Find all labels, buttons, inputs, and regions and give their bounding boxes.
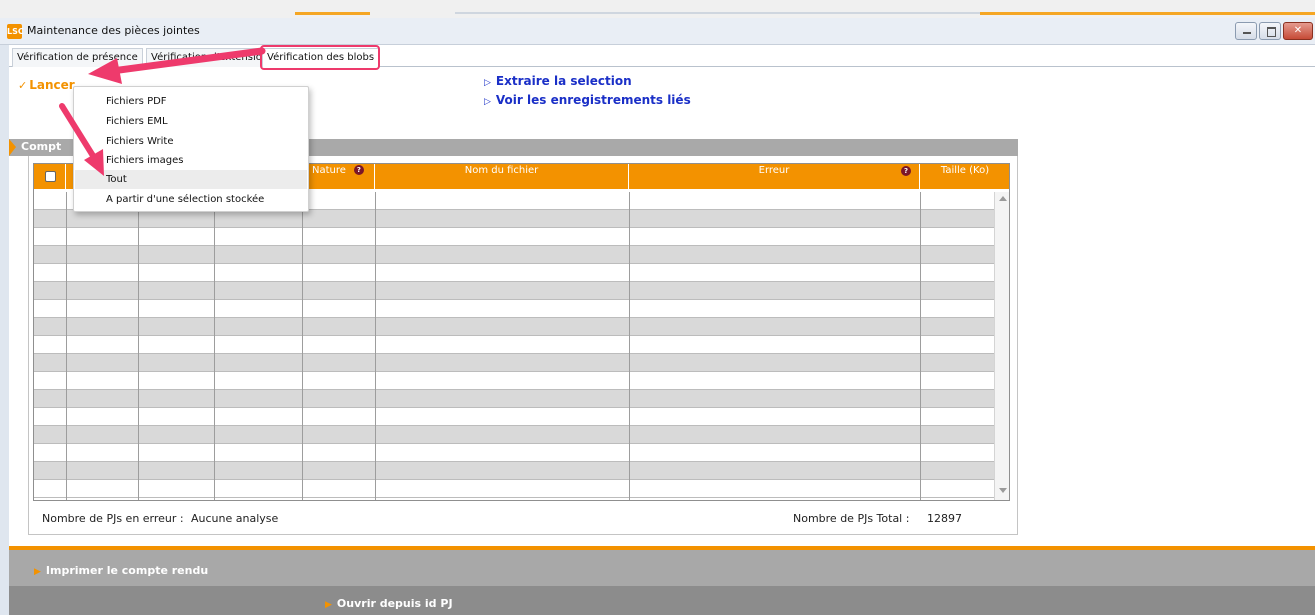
imprimer-label: Imprimer le compte rendu — [45, 564, 209, 577]
errors-count-value: Aucune analyse — [191, 512, 279, 525]
table-row[interactable] — [34, 228, 994, 246]
scroll-up-icon[interactable] — [999, 196, 1007, 201]
column-divider — [375, 192, 376, 500]
arrow-right-icon: ▷ — [484, 78, 491, 88]
help-icon[interactable]: ? — [901, 166, 911, 176]
left-border — [0, 45, 9, 615]
total-count-label: Nombre de PJs Total : — [793, 512, 910, 525]
tab-verification-extension[interactable]: Vérification d'extension — [146, 48, 274, 67]
section-arrow-icon — [9, 139, 16, 156]
ouvrir-label: Ouvrir depuis id PJ — [336, 597, 453, 610]
scroll-down-icon[interactable] — [999, 488, 1007, 493]
header-taille[interactable]: Taille (Ko) — [920, 164, 1009, 189]
bottom-bar-open — [9, 586, 1315, 615]
tab-highlight-annotation — [260, 45, 380, 70]
menu-item-tout[interactable]: Tout — [75, 170, 307, 189]
extraire-selection-link[interactable]: ▷ Extraire la selection — [484, 74, 632, 88]
grid-scrollbar[interactable] — [994, 192, 1009, 500]
tab-verification-presence[interactable]: Vérification de présence — [12, 48, 143, 67]
arrow-right-icon: ▶ — [34, 567, 41, 577]
table-row[interactable] — [34, 372, 994, 390]
section-title: Compt — [21, 140, 62, 153]
minimize-button[interactable] — [1235, 22, 1257, 40]
top-strip — [0, 0, 1315, 18]
column-divider — [302, 192, 303, 500]
total-count-value: 12897 — [927, 512, 962, 525]
imprimer-compte-rendu-button[interactable]: ▶ Imprimer le compte rendu — [34, 564, 208, 577]
chevron-down-icon: ✓ — [18, 79, 28, 92]
column-divider — [66, 192, 67, 500]
table-row[interactable] — [34, 336, 994, 354]
column-divider — [629, 192, 630, 500]
header-nature-label: Nature — [312, 165, 346, 176]
header-nom-fichier[interactable]: Nom du fichier — [375, 164, 629, 189]
top-strip-line — [455, 12, 980, 14]
table-row[interactable] — [34, 444, 994, 462]
table-row[interactable] — [34, 264, 994, 282]
lancer-button[interactable]: ✓ Lancer — [18, 78, 75, 92]
window-title: Maintenance des pièces jointes — [27, 24, 200, 37]
table-row[interactable] — [34, 426, 994, 444]
tab-bar: Vérification de présence Vérification d'… — [9, 46, 1315, 67]
table-row[interactable] — [34, 390, 994, 408]
column-divider — [920, 192, 921, 500]
extraire-selection-label: Extraire la selection — [495, 74, 632, 88]
table-row[interactable] — [34, 318, 994, 336]
table-row[interactable] — [34, 246, 994, 264]
app-logo: LSC — [7, 24, 24, 39]
menu-item-selection-stockee[interactable]: A partir d'une sélection stockée — [75, 190, 307, 209]
close-icon: ✕ — [1293, 25, 1303, 36]
arrow-right-icon: ▶ — [325, 600, 332, 610]
menu-item-fichiers-write[interactable]: Fichiers Write — [75, 132, 307, 151]
table-row[interactable] — [34, 480, 994, 498]
menu-item-fichiers-pdf[interactable]: Fichiers PDF — [75, 92, 307, 111]
voir-enregistrements-link[interactable]: ▷ Voir les enregistrements liés — [484, 93, 691, 107]
arrow-right-icon: ▷ — [484, 97, 491, 107]
ouvrir-id-pj-button[interactable]: ▶ Ouvrir depuis id PJ — [325, 597, 453, 610]
help-icon[interactable]: ? — [353, 165, 364, 175]
table-row[interactable] — [34, 354, 994, 372]
header-nature[interactable]: Nature? — [302, 164, 375, 189]
top-strip-accent — [295, 12, 370, 15]
close-button[interactable]: ✕ — [1283, 22, 1313, 40]
column-divider — [138, 192, 139, 500]
menu-item-fichiers-eml[interactable]: Fichiers EML — [75, 112, 307, 131]
table-row[interactable] — [34, 462, 994, 480]
errors-count-label: Nombre de PJs en erreur : — [42, 512, 184, 525]
header-erreur[interactable]: Erreur? — [629, 164, 920, 189]
table-row[interactable] — [34, 282, 994, 300]
menu-item-fichiers-images[interactable]: Fichiers images — [75, 151, 307, 170]
select-all-checkbox[interactable] — [45, 171, 56, 182]
header-erreur-label: Erreur — [758, 165, 790, 176]
app-window: LSC Maintenance des pièces jointes ✕ Vér… — [0, 0, 1315, 615]
voir-enregistrements-label: Voir les enregistrements liés — [495, 93, 691, 107]
table-row[interactable] — [34, 210, 994, 228]
lancer-dropdown-menu: Fichiers PDF Fichiers EML Fichiers Write… — [73, 86, 309, 212]
top-strip-accent-right — [980, 12, 1315, 15]
table-row[interactable] — [34, 300, 994, 318]
maximize-button[interactable] — [1259, 22, 1281, 40]
header-select-cell — [34, 164, 66, 189]
results-grid: Nature? Nom du fichier Erreur? Taille (K… — [33, 163, 1010, 501]
table-row[interactable] — [34, 408, 994, 426]
grid-body — [34, 192, 994, 500]
lancer-label: Lancer — [29, 78, 75, 92]
column-divider — [214, 192, 215, 500]
